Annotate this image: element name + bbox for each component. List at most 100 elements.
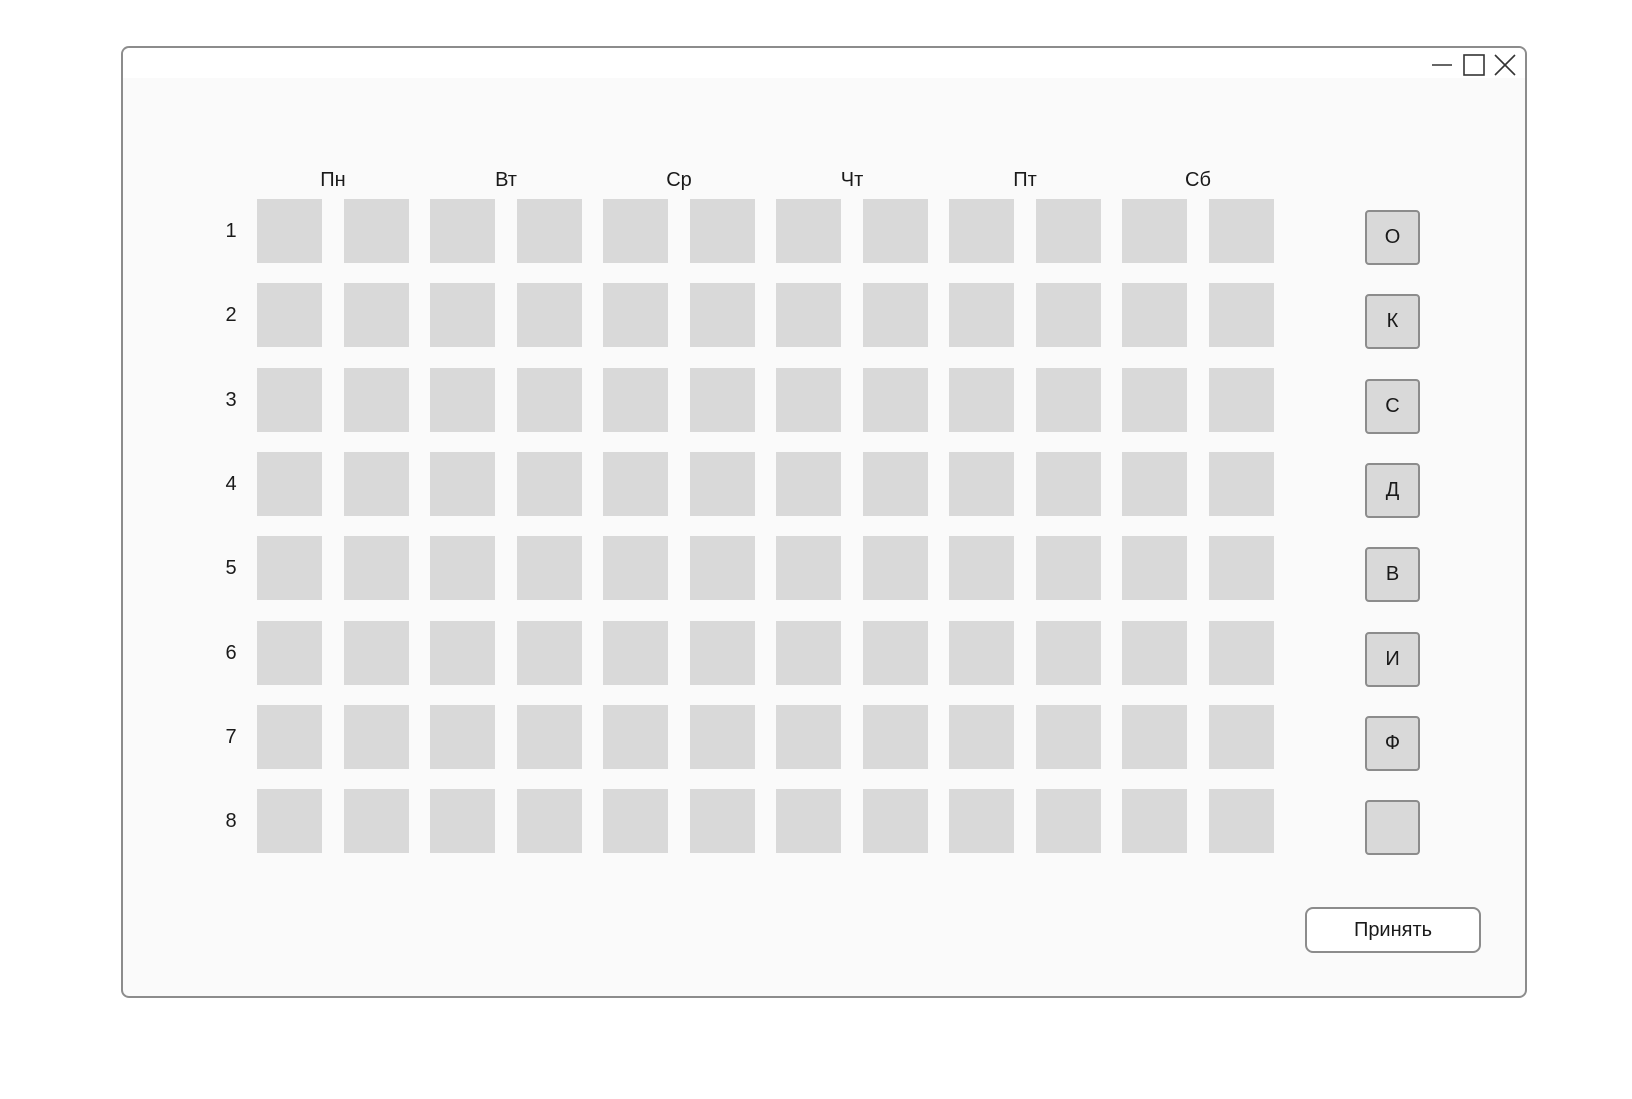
schedule-cell[interactable]: [863, 621, 928, 685]
schedule-cell[interactable]: [1209, 368, 1274, 432]
schedule-cell[interactable]: [1036, 452, 1101, 516]
schedule-cell[interactable]: [863, 452, 928, 516]
schedule-cell[interactable]: [430, 621, 495, 685]
schedule-cell[interactable]: [344, 789, 409, 853]
schedule-cell[interactable]: [257, 283, 322, 347]
schedule-cell[interactable]: [430, 199, 495, 263]
schedule-cell[interactable]: [344, 368, 409, 432]
schedule-cell[interactable]: [776, 621, 841, 685]
schedule-cell[interactable]: [517, 452, 582, 516]
schedule-cell[interactable]: [776, 705, 841, 769]
schedule-cell[interactable]: [257, 789, 322, 853]
schedule-cell[interactable]: [949, 705, 1014, 769]
schedule-cell[interactable]: [776, 368, 841, 432]
schedule-cell[interactable]: [776, 452, 841, 516]
schedule-cell[interactable]: [1209, 705, 1274, 769]
schedule-cell[interactable]: [517, 199, 582, 263]
schedule-cell[interactable]: [344, 621, 409, 685]
schedule-cell[interactable]: [1036, 283, 1101, 347]
schedule-cell[interactable]: [949, 452, 1014, 516]
schedule-cell[interactable]: [776, 789, 841, 853]
side-button[interactable]: Ф: [1365, 716, 1420, 771]
schedule-cell[interactable]: [690, 368, 755, 432]
side-button[interactable]: С: [1365, 379, 1420, 434]
schedule-cell[interactable]: [603, 789, 668, 853]
schedule-cell[interactable]: [430, 536, 495, 600]
schedule-cell[interactable]: [344, 199, 409, 263]
schedule-cell[interactable]: [1036, 789, 1101, 853]
schedule-cell[interactable]: [1122, 452, 1187, 516]
schedule-cell[interactable]: [949, 536, 1014, 600]
schedule-cell[interactable]: [776, 283, 841, 347]
schedule-cell[interactable]: [690, 283, 755, 347]
schedule-cell[interactable]: [1036, 199, 1101, 263]
schedule-cell[interactable]: [1036, 536, 1101, 600]
schedule-cell[interactable]: [863, 283, 928, 347]
schedule-cell[interactable]: [776, 536, 841, 600]
maximize-icon[interactable]: [1461, 52, 1487, 78]
schedule-cell[interactable]: [603, 283, 668, 347]
schedule-cell[interactable]: [1122, 368, 1187, 432]
schedule-cell[interactable]: [344, 705, 409, 769]
schedule-cell[interactable]: [1209, 452, 1274, 516]
schedule-cell[interactable]: [603, 368, 668, 432]
side-button[interactable]: О: [1365, 210, 1420, 265]
minimize-icon[interactable]: [1429, 52, 1455, 78]
schedule-cell[interactable]: [1122, 283, 1187, 347]
schedule-cell[interactable]: [430, 705, 495, 769]
schedule-cell[interactable]: [1209, 283, 1274, 347]
schedule-cell[interactable]: [1122, 536, 1187, 600]
schedule-cell[interactable]: [257, 705, 322, 769]
schedule-cell[interactable]: [517, 283, 582, 347]
schedule-cell[interactable]: [430, 368, 495, 432]
schedule-cell[interactable]: [517, 621, 582, 685]
schedule-cell[interactable]: [430, 283, 495, 347]
schedule-cell[interactable]: [603, 536, 668, 600]
schedule-cell[interactable]: [1036, 368, 1101, 432]
schedule-cell[interactable]: [517, 368, 582, 432]
schedule-cell[interactable]: [949, 789, 1014, 853]
schedule-cell[interactable]: [863, 199, 928, 263]
schedule-cell[interactable]: [949, 199, 1014, 263]
schedule-cell[interactable]: [1036, 621, 1101, 685]
schedule-cell[interactable]: [517, 789, 582, 853]
schedule-cell[interactable]: [257, 621, 322, 685]
side-button[interactable]: Д: [1365, 463, 1420, 518]
schedule-cell[interactable]: [690, 789, 755, 853]
schedule-cell[interactable]: [344, 283, 409, 347]
schedule-cell[interactable]: [430, 452, 495, 516]
schedule-cell[interactable]: [1209, 199, 1274, 263]
schedule-cell[interactable]: [690, 199, 755, 263]
schedule-cell[interactable]: [344, 452, 409, 516]
schedule-cell[interactable]: [257, 368, 322, 432]
schedule-cell[interactable]: [1122, 621, 1187, 685]
schedule-cell[interactable]: [1209, 789, 1274, 853]
schedule-cell[interactable]: [690, 536, 755, 600]
schedule-cell[interactable]: [430, 789, 495, 853]
schedule-cell[interactable]: [690, 452, 755, 516]
schedule-cell[interactable]: [603, 621, 668, 685]
schedule-cell[interactable]: [1209, 621, 1274, 685]
schedule-cell[interactable]: [1122, 199, 1187, 263]
schedule-cell[interactable]: [257, 452, 322, 516]
schedule-cell[interactable]: [949, 621, 1014, 685]
schedule-cell[interactable]: [257, 199, 322, 263]
schedule-cell[interactable]: [1036, 705, 1101, 769]
side-button[interactable]: К: [1365, 294, 1420, 349]
accept-button[interactable]: Принять: [1305, 907, 1481, 953]
schedule-cell[interactable]: [1122, 789, 1187, 853]
schedule-cell[interactable]: [257, 536, 322, 600]
schedule-cell[interactable]: [949, 283, 1014, 347]
schedule-cell[interactable]: [603, 705, 668, 769]
schedule-cell[interactable]: [690, 621, 755, 685]
schedule-cell[interactable]: [344, 536, 409, 600]
schedule-cell[interactable]: [603, 199, 668, 263]
close-icon[interactable]: [1492, 52, 1518, 78]
schedule-cell[interactable]: [690, 705, 755, 769]
side-button[interactable]: В: [1365, 547, 1420, 602]
schedule-cell[interactable]: [949, 368, 1014, 432]
side-button[interactable]: И: [1365, 632, 1420, 687]
schedule-cell[interactable]: [863, 536, 928, 600]
schedule-cell[interactable]: [776, 199, 841, 263]
schedule-cell[interactable]: [863, 705, 928, 769]
